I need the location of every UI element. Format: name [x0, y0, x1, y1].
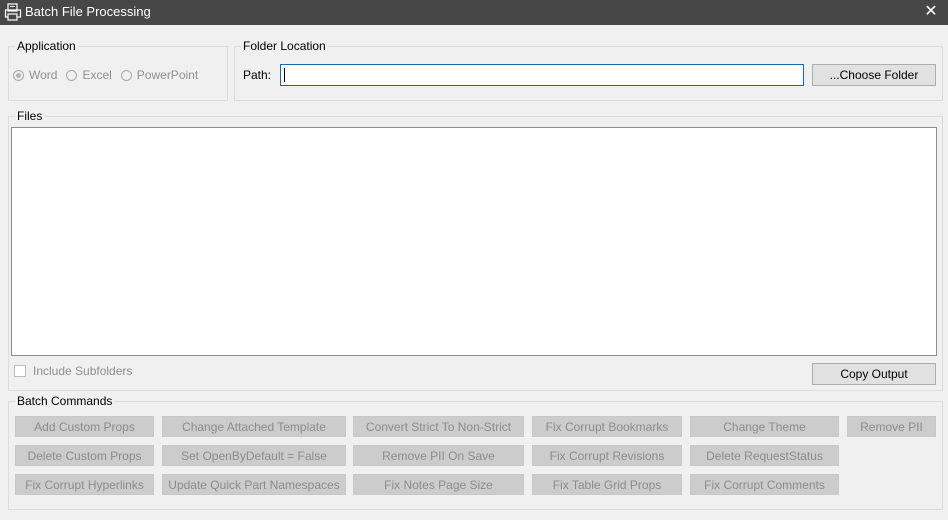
title-bar: Batch File Processing ✕ [0, 0, 948, 25]
path-label: Path: [243, 68, 272, 82]
window-title: Batch File Processing [25, 4, 151, 19]
radio-powerpoint[interactable]: PowerPoint [120, 68, 199, 82]
remove-pii-button[interactable]: Remove PII [847, 416, 936, 437]
radio-powerpoint-label: PowerPoint [136, 68, 199, 82]
change-theme-button[interactable]: Change Theme [690, 416, 839, 437]
batch-commands-legend: Batch Commands [15, 394, 115, 408]
files-list[interactable] [11, 127, 937, 356]
application-radio-row: Word Excel PowerPoint [13, 68, 207, 82]
path-input[interactable] [280, 64, 804, 86]
change-attached-template-button[interactable]: Change Attached Template [162, 416, 346, 437]
radio-excel-indicator [66, 69, 78, 81]
radio-powerpoint-indicator [120, 69, 132, 81]
printer-doc-icon [4, 3, 22, 21]
close-button[interactable]: ✕ [914, 0, 948, 25]
radio-word-label: Word [29, 68, 58, 82]
delete-custom-props-button[interactable]: Delete Custom Props [15, 445, 154, 466]
include-subfolders-label: Include Subfolders [33, 364, 133, 378]
application-group: Application Word Excel PowerPoint [8, 39, 228, 101]
radio-word[interactable]: Word [13, 68, 57, 82]
choose-folder-button[interactable]: ...Choose Folder [812, 64, 936, 86]
set-openbydefault-button[interactable]: Set OpenByDefault = False [162, 445, 346, 466]
text-caret [284, 68, 285, 82]
remove-pii-on-save-button[interactable]: Remove PII On Save [353, 445, 524, 466]
copy-output-button[interactable]: Copy Output [812, 363, 936, 385]
radio-excel[interactable]: Excel [66, 68, 112, 82]
folder-location-group: Folder Location Path: ...Choose Folder [234, 39, 943, 101]
fix-corrupt-revisions-button[interactable]: Fix Corrupt Revisions [532, 445, 682, 466]
fix-notes-page-size-button[interactable]: Fix Notes Page Size [353, 474, 524, 495]
delete-requeststatus-button[interactable]: Delete RequestStatus [690, 445, 839, 466]
application-legend: Application [15, 39, 78, 53]
fix-corrupt-hyperlinks-button[interactable]: Fix Corrupt Hyperlinks [15, 474, 154, 495]
convert-strict-button[interactable]: Convert Strict To Non-Strict [353, 416, 524, 437]
folder-location-legend: Folder Location [241, 39, 328, 53]
include-subfolders-checkbox[interactable]: Include Subfolders [14, 364, 132, 378]
files-legend: Files [15, 109, 45, 123]
update-quick-part-namespaces-button[interactable]: Update Quick Part Namespaces [162, 474, 346, 495]
close-icon: ✕ [924, 3, 938, 20]
radio-excel-label: Excel [82, 68, 112, 82]
fix-table-grid-props-button[interactable]: Fix Table Grid Props [532, 474, 682, 495]
fix-corrupt-bookmarks-button[interactable]: Fix Corrupt Bookmarks [532, 416, 682, 437]
radio-word-indicator [13, 69, 24, 81]
include-subfolders-box [14, 365, 26, 377]
fix-corrupt-comments-button[interactable]: Fix Corrupt Comments [690, 474, 839, 495]
add-custom-props-button[interactable]: Add Custom Props [15, 416, 154, 437]
